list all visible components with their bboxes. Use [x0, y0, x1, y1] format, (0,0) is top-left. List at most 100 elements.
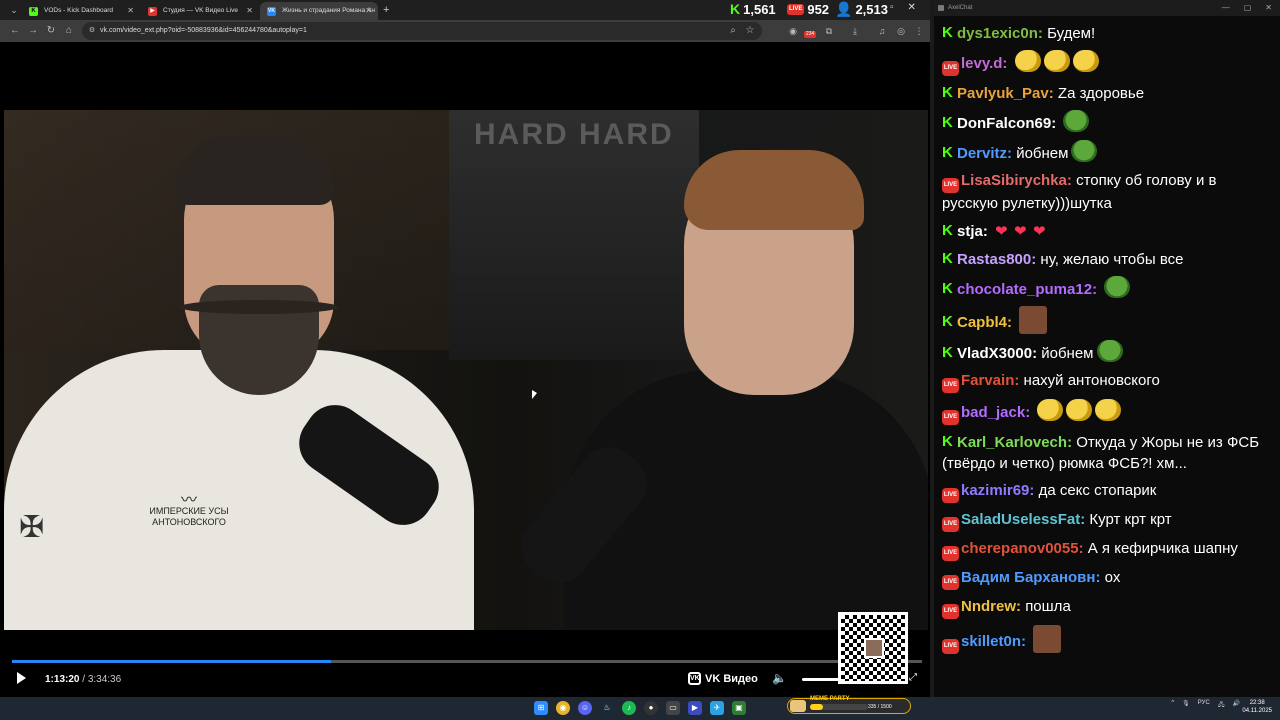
obs-icon[interactable]: ●	[644, 701, 658, 715]
close-window-icon[interactable]: ✕	[908, 2, 916, 13]
system-clock[interactable]: 22:38 04.11.2025	[1242, 699, 1272, 715]
chat-username-separator: :	[1014, 372, 1024, 389]
chat-username[interactable]: Nndrew	[961, 598, 1016, 615]
tab-kick-dashboard[interactable]: K VODs - Kick Dashboard ✕	[22, 2, 140, 20]
minimize-icon[interactable]: —	[1222, 0, 1230, 16]
chat-username-separator: :	[1092, 281, 1102, 298]
face-emote-icon	[1019, 306, 1048, 334]
extensions-puzzle-icon[interactable]: ⧉	[822, 24, 836, 38]
chat-username-separator: :	[1051, 115, 1061, 132]
fullscreen-icon[interactable]: ⤢	[909, 672, 917, 683]
chat-username[interactable]: chocolate_puma12	[957, 281, 1092, 298]
system-tray: ^ 🎙 РУС 🖧 🔊	[1171, 700, 1240, 710]
close-icon[interactable]: ✕	[1265, 0, 1272, 16]
taskbar: ⊞ ◉ ☺ ♨ ♪ ● ▭ ▶ ✈ ▣	[0, 697, 1280, 720]
discord-icon[interactable]: ☺	[578, 701, 592, 715]
mic-icon[interactable]: 🎙	[1182, 700, 1190, 710]
chat-username[interactable]: VladX3000	[957, 345, 1032, 362]
chat-username[interactable]: Pavlyuk_Pav	[957, 85, 1049, 102]
steam-icon[interactable]: ♨	[600, 701, 614, 715]
chat-message: K VladX3000: йобнем	[942, 340, 1276, 364]
telegram-icon[interactable]: ✈	[710, 701, 724, 715]
chat-username[interactable]: skillet0n	[961, 633, 1021, 650]
media-control-icon[interactable]: ♫	[875, 24, 889, 38]
chat-message: K DonFalcon69:	[942, 110, 1276, 134]
chat-username-separator: :	[1002, 55, 1012, 72]
close-icon[interactable]: ✕	[127, 2, 134, 20]
bookmark-star-icon[interactable]: ☆	[743, 24, 757, 38]
chat-username-separator: :	[1021, 633, 1031, 650]
network-icon[interactable]: 🖧	[1218, 700, 1225, 710]
profile-icon[interactable]: ◎	[894, 24, 908, 38]
chat-username[interactable]: DonFalcon69	[957, 115, 1051, 132]
maximize-icon[interactable]: ▢	[1244, 0, 1252, 16]
heart-emote-icon: ❤	[1014, 223, 1027, 240]
chat-messages[interactable]: Kdys1exic0n: Будем! LIVE levy.d: K Pavlyuk_…	[942, 22, 1276, 660]
time-total: 3:34:36	[87, 674, 122, 685]
chat-username-separator: :	[1037, 25, 1048, 42]
forward-icon[interactable]: →	[26, 24, 40, 38]
vk-live-logo-icon: LIVE	[942, 639, 959, 654]
chat-message: LIVE Nndrew: пошла	[942, 596, 1276, 619]
chat-message: K Rastas800: ну, желаю чтобы все	[942, 248, 1276, 270]
restore-icon[interactable]: ▫	[890, 2, 894, 13]
chat-username-separator: :	[1067, 434, 1077, 451]
media-app-icon[interactable]: ▶	[688, 701, 702, 715]
download-icon[interactable]: ⤓	[848, 24, 862, 38]
extension-icon[interactable]: ◉	[786, 24, 800, 38]
play-icon[interactable]	[15, 672, 27, 684]
chat-username[interactable]: Вадим Бархановн	[961, 569, 1095, 586]
chat-username[interactable]: stja	[957, 223, 983, 240]
chat-username[interactable]: LisaSibirychka	[961, 172, 1067, 189]
kick-logo-icon: K	[942, 222, 953, 239]
app-icon[interactable]: ▭	[666, 701, 680, 715]
kick-viewers-counter: K 1,561	[730, 0, 776, 18]
chat-text: пошла	[1025, 598, 1071, 615]
chat-message: K Karl_Karlovech: Откуда у Жоры не из ФСБ…	[942, 431, 1276, 474]
chat-text: нахуй антоновского	[1023, 372, 1160, 389]
chevron-up-icon[interactable]: ^	[1171, 700, 1174, 710]
app-icon[interactable]: ▣	[732, 701, 746, 715]
tab-vk-video[interactable]: VK Жизнь и страдания Романа Ан ✕	[260, 2, 378, 20]
volume-icon[interactable]: 🔈	[772, 671, 787, 685]
address-bar[interactable]: ⚙ vk.com/video_ext.php?oid=-50883936&id=…	[82, 22, 762, 40]
chat-username[interactable]: levy.d	[961, 55, 1002, 72]
chat-username[interactable]: bad_jack	[961, 404, 1025, 421]
home-icon[interactable]: ⌂	[62, 24, 76, 38]
chat-text: ну, желаю чтобы все	[1040, 251, 1184, 268]
chat-username[interactable]: SaladUselessFat	[961, 511, 1080, 528]
chat-username[interactable]: Dervitz	[957, 145, 1007, 162]
tab-search-icon[interactable]: ⌄	[7, 3, 21, 17]
chat-username[interactable]: kazimir69	[961, 482, 1029, 499]
vk-logo-icon: VK	[688, 672, 701, 685]
site-info-icon[interactable]: ⚙	[85, 24, 99, 38]
chat-username[interactable]: Capbl4	[957, 314, 1007, 331]
kick-viewers-value: 1,561	[743, 1, 776, 17]
close-icon[interactable]: ✕	[246, 2, 253, 20]
chat-username[interactable]: Karl_Karlovech	[957, 434, 1067, 451]
spotify-icon[interactable]: ♪	[622, 701, 636, 715]
back-icon[interactable]: ←	[8, 24, 22, 38]
browser-window: ⌄ K VODs - Kick Dashboard ✕ ▶ Студия — V…	[0, 0, 930, 697]
chat-username[interactable]: cherepanov0055	[961, 540, 1079, 557]
chat-username[interactable]: Rastas800	[957, 251, 1031, 268]
language-indicator[interactable]: РУС	[1198, 700, 1210, 710]
volume-slider[interactable]	[802, 678, 842, 681]
vk-video-logo[interactable]: VK VK Видео	[688, 672, 758, 685]
close-icon[interactable]: ✕	[365, 2, 372, 20]
reload-icon[interactable]: ↻	[44, 24, 58, 38]
chat-username[interactable]: dys1exic0n	[957, 25, 1038, 42]
chat-username[interactable]: Farvain	[961, 372, 1014, 389]
menu-icon[interactable]: ⋮	[912, 24, 926, 38]
face-emote-icon	[1033, 625, 1062, 653]
chrome-icon[interactable]: ◉	[556, 701, 570, 715]
video-frame[interactable]: HARD HARD 〰 ИМПЕРСКИЕ УСЫ АНТОНОВСКОГО ✠	[4, 110, 928, 630]
windows-start-icon[interactable]: ⊞	[534, 701, 548, 715]
meme-party-widget[interactable]: MEME PARTY 335 / 1500	[787, 696, 911, 714]
tab-vk-studio[interactable]: ▶ Студия — VK Видео Live ✕	[141, 2, 259, 20]
video-progress-bar[interactable]	[12, 660, 922, 663]
speaker-icon[interactable]: 🔊	[1233, 700, 1240, 710]
new-tab-icon[interactable]: +	[383, 3, 389, 17]
zoom-icon[interactable]: ⌕	[726, 24, 740, 38]
chat-message: LIVE Вадим Бархановн: ох	[942, 567, 1276, 590]
